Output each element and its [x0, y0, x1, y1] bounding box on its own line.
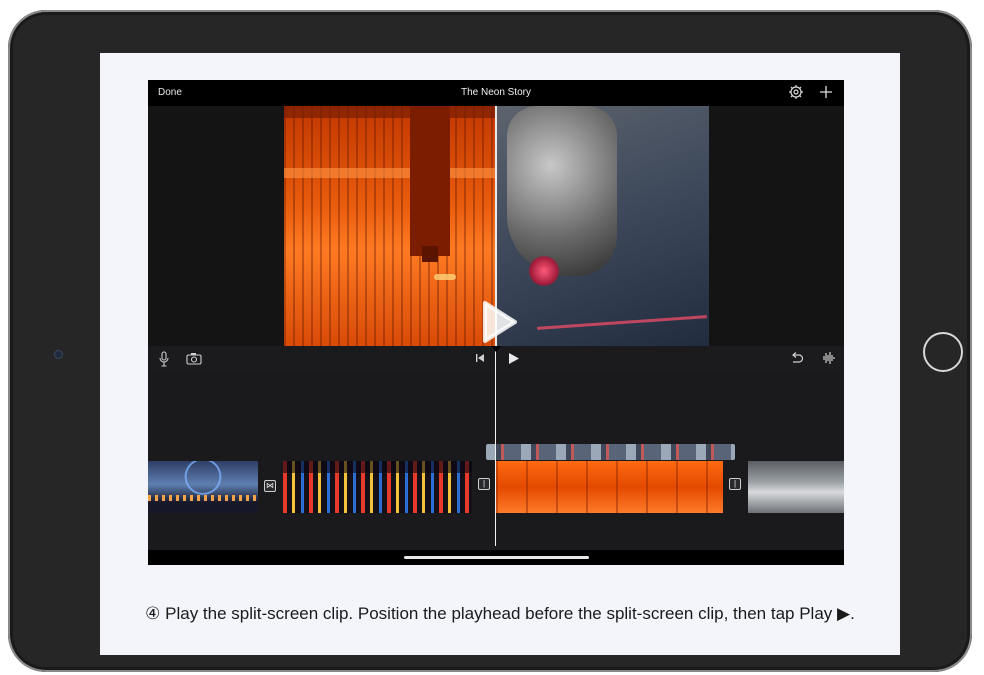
split-screen-overlay-clip[interactable]	[486, 444, 735, 460]
laser-orange-clip[interactable]	[496, 461, 723, 513]
imovie-app: Done The Neon Story ⋈ | |	[148, 80, 844, 565]
ipad-frame: Done The Neon Story ⋈ | | ④ Play the spl…	[8, 10, 972, 672]
play-overlay-icon[interactable]	[479, 299, 519, 345]
tutorial-screen: Done The Neon Story ⋈ | | ④ Play the spl…	[100, 53, 900, 655]
plus-icon[interactable]	[818, 84, 834, 100]
video-viewer[interactable]	[148, 106, 844, 346]
tutorial-caption: ④ Play the split-screen clip. Position t…	[145, 604, 855, 623]
play-icon[interactable]	[508, 352, 520, 365]
neon-street-clip[interactable]	[283, 461, 472, 513]
undo-icon[interactable]	[790, 351, 804, 365]
project-title: The Neon Story	[460, 87, 532, 98]
top-bar: Done The Neon Story	[148, 80, 844, 106]
playhead-marker	[491, 346, 501, 352]
transition-icon[interactable]: |	[478, 478, 490, 490]
playhead[interactable]	[495, 346, 496, 546]
transition-icon[interactable]: ⋈	[264, 480, 276, 492]
split-screen-right-clip	[497, 106, 709, 346]
split-screen-left-clip	[284, 106, 496, 346]
skip-to-start-icon[interactable]	[475, 353, 485, 363]
bottom-bar	[148, 550, 844, 565]
microphone-icon[interactable]	[158, 351, 170, 367]
home-indicator[interactable]	[404, 556, 589, 559]
ferris-wheel-clip[interactable]	[148, 461, 258, 513]
home-button[interactable]	[923, 332, 963, 372]
laser-silver-clip[interactable]	[748, 461, 844, 513]
timeline[interactable]: ⋈ | |	[148, 372, 844, 550]
transition-icon[interactable]: |	[729, 478, 741, 490]
audio-waveform-icon[interactable]	[820, 351, 836, 365]
gear-icon[interactable]	[788, 84, 804, 100]
front-camera	[55, 351, 62, 358]
camera-icon[interactable]	[186, 352, 202, 365]
